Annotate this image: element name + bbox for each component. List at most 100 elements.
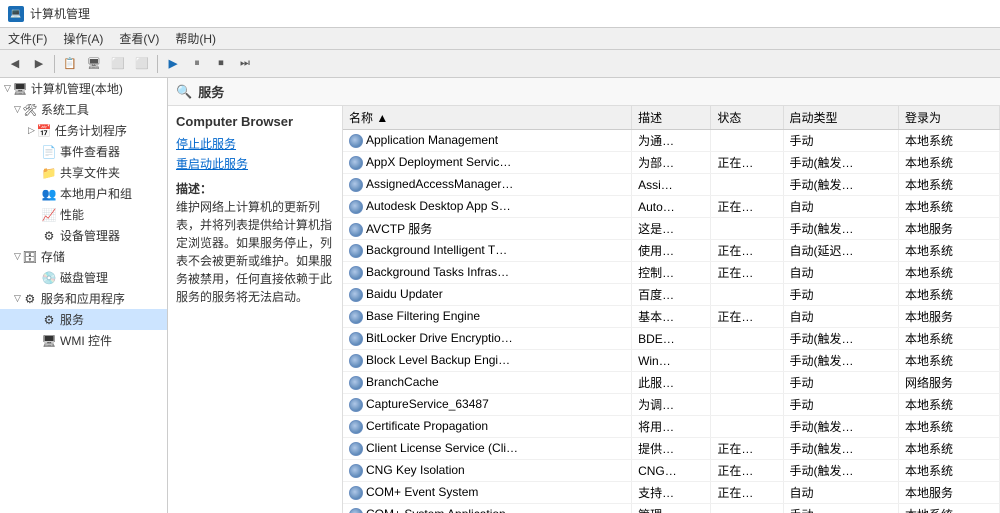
service-desc-cell: CNG…	[632, 460, 711, 482]
service-startup-cell: 手动	[783, 504, 898, 513]
users-icon: 👥	[42, 187, 56, 201]
table-row[interactable]: Block Level Backup Engi…Win…手动(触发…本地系统	[343, 350, 1000, 372]
service-login-cell: 本地系统	[898, 460, 999, 482]
toolbar-btn1[interactable]: 📋	[59, 53, 81, 75]
service-login-cell: 本地系统	[898, 240, 999, 262]
sidebar-system-tools[interactable]: ▽ 🛠 系统工具	[0, 99, 167, 120]
menu-file[interactable]: 文件(F)	[0, 28, 55, 49]
service-desc-cell: Win…	[632, 350, 711, 372]
service-name-cell: AssignedAccessManager…	[343, 174, 632, 196]
table-row[interactable]: Autodesk Desktop App S…Auto…正在…自动本地系统	[343, 196, 1000, 218]
sidebar-root-label: 计算机管理(本地)	[31, 80, 123, 97]
sidebar-shared-folders[interactable]: 📁 共享文件夹	[0, 162, 167, 183]
toolbar-btn3[interactable]: ⬜	[107, 53, 129, 75]
table-row[interactable]: AppX Deployment Servic…为部…正在…手动(触发…本地系统	[343, 152, 1000, 174]
services-table: 名称 ▲ 描述 状态 启动类型 登录为 Application Manageme…	[343, 106, 1000, 513]
service-startup-cell: 手动	[783, 284, 898, 306]
shared-icon: 📁	[42, 166, 56, 180]
sidebar-task-scheduler[interactable]: ▷ 📅 任务计划程序	[0, 120, 167, 141]
table-row[interactable]: Base Filtering Engine基本…正在…自动本地服务	[343, 306, 1000, 328]
table-row[interactable]: Client License Service (Cli…提供…正在…手动(触发……	[343, 438, 1000, 460]
table-row[interactable]: COM+ Event System支持…正在…自动本地服务	[343, 482, 1000, 504]
stop-service-link[interactable]: 停止此服务	[176, 135, 334, 152]
sidebar-services-apps[interactable]: ▽ ⚙ 服务和应用程序	[0, 288, 167, 309]
sidebar-disk-mgmt[interactable]: 💿 磁盘管理	[0, 267, 167, 288]
toolbar-forward[interactable]: ▶	[28, 53, 50, 75]
toolbar-btn2[interactable]: 🖥	[83, 53, 105, 75]
sidebar-shared-label: 共享文件夹	[60, 164, 120, 181]
service-status-cell	[711, 174, 783, 196]
service-desc-cell: 控制…	[632, 262, 711, 284]
table-row[interactable]: Background Intelligent T…使用…正在…自动(延迟…本地系…	[343, 240, 1000, 262]
sidebar-services[interactable]: ⚙ 服务	[0, 309, 167, 330]
sidebar-wmi-label: WMI 控件	[60, 332, 112, 349]
service-login-cell: 本地系统	[898, 152, 999, 174]
table-row[interactable]: AssignedAccessManager…Assi…手动(触发…本地系统	[343, 174, 1000, 196]
event-icon: 📄	[42, 145, 56, 159]
service-name-cell: COM+ System Application	[343, 504, 632, 513]
perf-icon: 📈	[42, 208, 56, 222]
service-login-cell: 本地服务	[898, 482, 999, 504]
left-info-panel: Computer Browser 停止此服务 重启动此服务 描述： 维护网络上计…	[168, 106, 343, 513]
sidebar-disk-label: 磁盘管理	[60, 269, 108, 286]
toolbar-filter[interactable]: ▶	[162, 53, 184, 75]
sidebar-wmi[interactable]: 🖥 WMI 控件	[0, 330, 167, 351]
task-icon: 📅	[37, 124, 51, 138]
service-status-cell	[711, 130, 783, 152]
selected-service-title: Computer Browser	[176, 114, 334, 129]
col-header-startup[interactable]: 启动类型	[783, 106, 898, 130]
service-name-cell: CaptureService_63487	[343, 394, 632, 416]
menu-view[interactable]: 查看(V)	[111, 28, 167, 49]
table-row[interactable]: Certificate Propagation将用…手动(触发…本地系统	[343, 416, 1000, 438]
sidebar-device-manager[interactable]: ⚙ 设备管理器	[0, 225, 167, 246]
table-row[interactable]: CaptureService_63487为调…手动本地系统	[343, 394, 1000, 416]
toolbar-back[interactable]: ◀	[4, 53, 26, 75]
wmi-icon: 🖥	[42, 334, 56, 348]
toolbar-btn4[interactable]: ⬜	[131, 53, 153, 75]
table-row[interactable]: Baidu Updater百度…手动本地系统	[343, 284, 1000, 306]
service-login-cell: 本地系统	[898, 350, 999, 372]
service-desc-cell: 基本…	[632, 306, 711, 328]
table-row[interactable]: Background Tasks Infras…控制…正在…自动本地系统	[343, 262, 1000, 284]
sidebar-local-users[interactable]: 👥 本地用户和组	[0, 183, 167, 204]
svc-apps-icon: ⚙	[23, 292, 37, 306]
toolbar-resume[interactable]: ⏭	[234, 53, 256, 75]
sidebar-root[interactable]: ▽ 🖥 计算机管理(本地)	[0, 78, 167, 99]
table-row[interactable]: COM+ System Application管理…手动本地系统	[343, 504, 1000, 513]
table-row[interactable]: BitLocker Drive Encryptio…BDE…手动(触发…本地系统	[343, 328, 1000, 350]
col-header-status[interactable]: 状态	[711, 106, 783, 130]
service-startup-cell: 自动(延迟…	[783, 240, 898, 262]
menu-help[interactable]: 帮助(H)	[167, 28, 224, 49]
service-login-cell: 本地系统	[898, 504, 999, 513]
service-name-cell: BranchCache	[343, 372, 632, 394]
service-name-cell: Background Tasks Infras…	[343, 262, 632, 284]
service-status-cell	[711, 218, 783, 240]
services-icon: ⚙	[42, 313, 56, 327]
sidebar-storage[interactable]: ▽ 🗄 存储	[0, 246, 167, 267]
sidebar-svc-apps-label: 服务和应用程序	[41, 290, 125, 307]
sidebar-event-viewer[interactable]: 📄 事件查看器	[0, 141, 167, 162]
toolbar-stop[interactable]: ⏹	[210, 53, 232, 75]
service-desc-cell: 支持…	[632, 482, 711, 504]
col-header-desc[interactable]: 描述	[632, 106, 711, 130]
toolbar-pause[interactable]: ⏸	[186, 53, 208, 75]
service-desc-cell: 百度…	[632, 284, 711, 306]
table-row[interactable]: BranchCache此服…手动网络服务	[343, 372, 1000, 394]
service-desc-cell: 将用…	[632, 416, 711, 438]
col-header-name[interactable]: 名称 ▲	[343, 106, 632, 130]
service-startup-cell: 自动	[783, 482, 898, 504]
service-status-cell: 正在…	[711, 306, 783, 328]
restart-service-link[interactable]: 重启动此服务	[176, 155, 334, 172]
service-status-cell	[711, 504, 783, 513]
table-row[interactable]: AVCTP 服务这是…手动(触发…本地服务	[343, 218, 1000, 240]
sidebar-performance[interactable]: 📈 性能	[0, 204, 167, 225]
menu-action[interactable]: 操作(A)	[55, 28, 111, 49]
table-row[interactable]: CNG Key IsolationCNG…正在…手动(触发…本地系统	[343, 460, 1000, 482]
service-startup-cell: 自动	[783, 306, 898, 328]
table-row[interactable]: Application Management为通…手动本地系统	[343, 130, 1000, 152]
sidebar-event-label: 事件查看器	[60, 143, 120, 160]
right-panel: 🔍 服务 Computer Browser 停止此服务 重启动此服务 描述： 维…	[168, 78, 1000, 513]
service-startup-cell: 手动(触发…	[783, 460, 898, 482]
col-header-login[interactable]: 登录为	[898, 106, 999, 130]
service-desc-cell: 这是…	[632, 218, 711, 240]
